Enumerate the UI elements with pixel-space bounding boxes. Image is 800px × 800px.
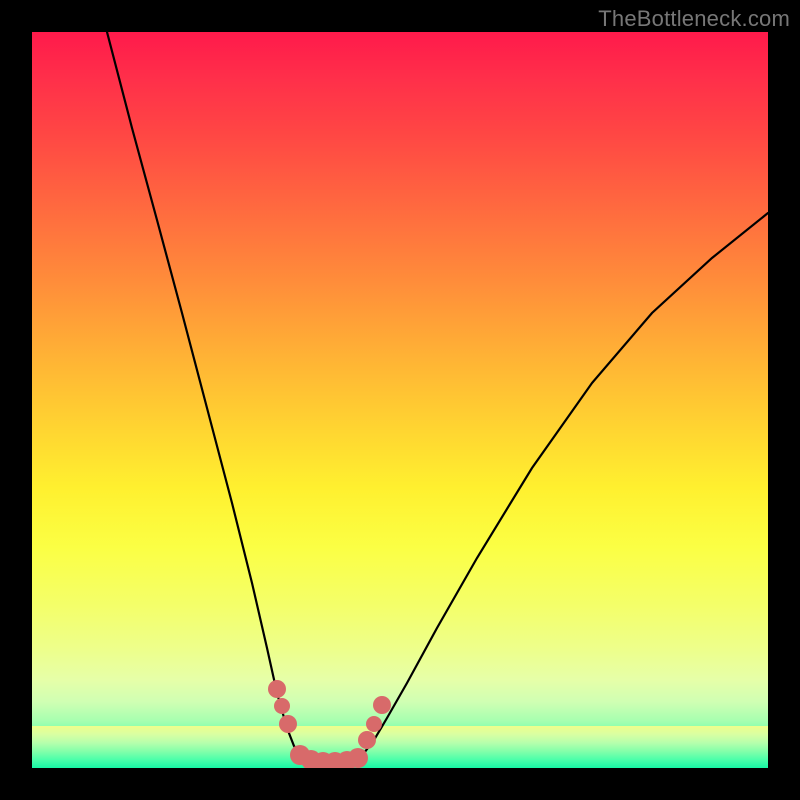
- plot-area: [32, 32, 768, 768]
- curve-layer: [32, 32, 768, 768]
- attribution-label: TheBottleneck.com: [598, 6, 790, 32]
- right-curve: [357, 213, 768, 760]
- marker-dot: [268, 680, 286, 698]
- marker-dot: [274, 698, 290, 714]
- marker-dot: [373, 696, 391, 714]
- chart-frame: TheBottleneck.com: [0, 0, 800, 800]
- marker-dot: [279, 715, 297, 733]
- marker-dot: [358, 731, 376, 749]
- marker-dot: [366, 716, 382, 732]
- left-curve: [107, 32, 304, 760]
- valley-markers: [268, 680, 391, 768]
- marker-dot: [348, 748, 368, 768]
